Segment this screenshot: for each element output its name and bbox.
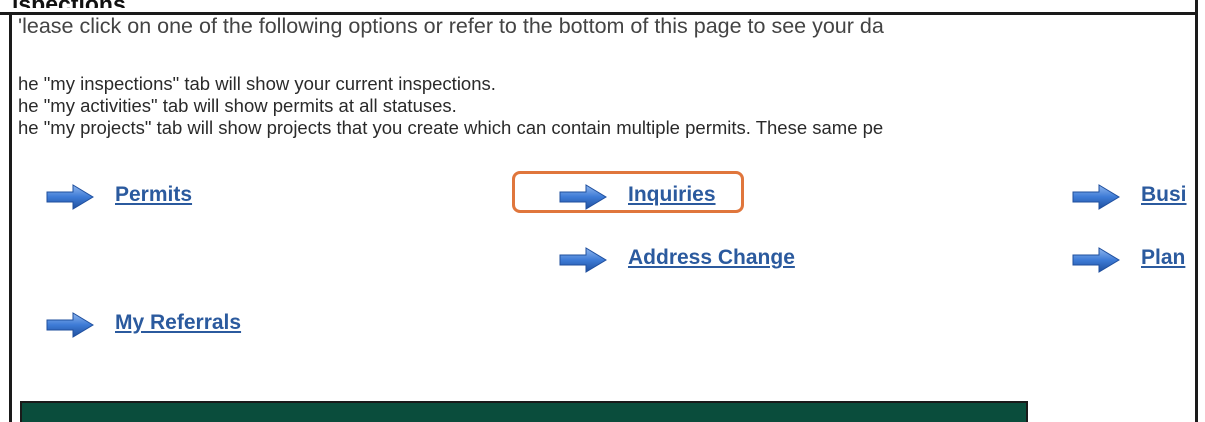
info-line-projects: he "my projects" tab will show projects … [18, 117, 884, 138]
frame-right-margin [1198, 0, 1205, 422]
arrow-right-icon [1072, 247, 1120, 273]
inquiries-highlight-box [512, 171, 744, 213]
permits-option[interactable]: Permits [45, 183, 192, 211]
plan-link[interactable]: Plan [1141, 246, 1185, 270]
business-link[interactable]: Busi [1141, 183, 1187, 207]
address-change-link[interactable]: Address Change [628, 246, 795, 270]
address-change-option[interactable]: Address Change [558, 246, 795, 274]
frame-left-border [9, 12, 12, 422]
my-referrals-option[interactable]: My Referrals [45, 311, 241, 339]
intro-text: 'lease click on one of the following opt… [18, 14, 884, 38]
my-referrals-link[interactable]: My Referrals [115, 311, 241, 335]
plan-option[interactable]: Plan [1071, 246, 1185, 274]
business-option[interactable]: Busi [1071, 183, 1187, 211]
arrow-right-icon [1072, 184, 1120, 210]
permits-link[interactable]: Permits [115, 183, 192, 207]
portal-page: ispections 'lease click on one of the fo… [0, 0, 1205, 422]
info-lines: he "my inspections" tab will show your c… [18, 73, 1194, 139]
arrow-right-icon [46, 184, 94, 210]
dark-banner [20, 401, 1028, 422]
content-area: ispections 'lease click on one of the fo… [0, 0, 1195, 422]
arrow-right-icon [46, 312, 94, 338]
info-line-inspections: he "my inspections" tab will show your c… [18, 73, 496, 94]
arrow-right-icon [559, 247, 607, 273]
info-line-activities: he "my activities" tab will show permits… [18, 95, 457, 116]
frame-top-border [0, 12, 1205, 15]
header-fragment: ispections [12, 0, 126, 8]
